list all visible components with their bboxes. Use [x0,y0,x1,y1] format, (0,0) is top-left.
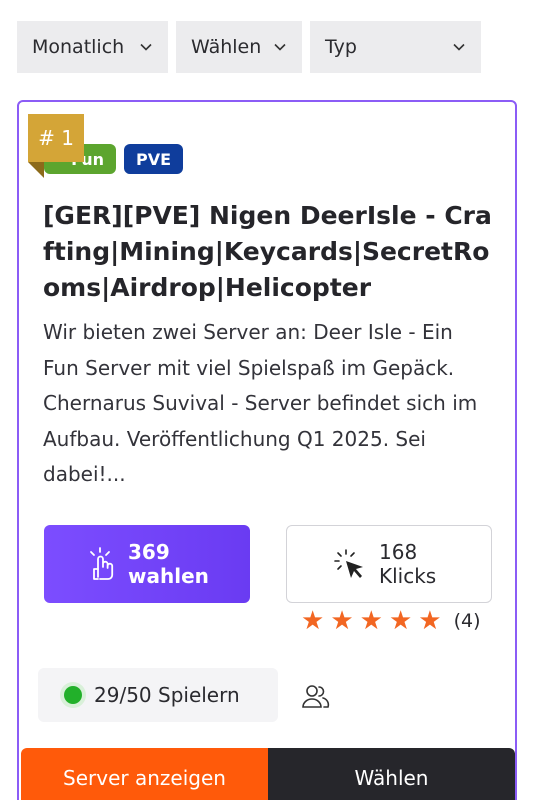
filter-bar: Monatlich Wählen Typ [17,21,517,73]
hand-click-icon [90,547,114,580]
chevron-down-icon [274,43,286,51]
server-description: Wir bieten zwei Server an: Deer Isle - E… [43,320,478,486]
period-dropdown[interactable]: Monatlich [17,21,168,73]
cursor-click-icon [334,549,363,578]
chevron-down-icon [453,43,465,51]
clicks-text: 168 Klicks [379,540,436,588]
star-icon: ★ [301,606,325,636]
clicks-count: 168 [379,540,418,564]
action-buttons: Server anzeigen Wählen [21,748,515,800]
rating-count: (4) [453,610,481,632]
star-icon: ★ [359,606,383,636]
online-status-icon [64,686,82,704]
tag-pve[interactable]: PVE [124,144,184,174]
rank-badge-fold [28,162,44,178]
clicks-box: 168 Klicks [286,525,492,603]
vote-label: wahlen [128,564,209,588]
select-dropdown[interactable]: Wählen [176,21,302,73]
vote-text: 369 wahlen [128,540,209,588]
type-dropdown-label: Typ [325,36,357,58]
choose-button[interactable]: Wählen [268,748,515,800]
vote-button[interactable]: 369 wahlen [44,525,250,603]
vote-count: 369 [128,540,170,564]
server-title[interactable]: [GER][PVE] Nigen DeerIsle - Crafting|Min… [43,198,493,306]
star-icon: ★ [388,606,413,636]
player-count: 29/50 Spielern [38,668,278,722]
period-dropdown-label: Monatlich [32,36,125,58]
show-server-button[interactable]: Server anzeigen [21,748,268,800]
select-dropdown-label: Wählen [191,36,262,58]
star-icon: ★ [418,606,442,636]
clicks-label: Klicks [379,564,437,588]
rating: ★ ★ ★ ★ ★ (4) [301,608,480,634]
server-card: # 1 Fun PVE [GER][PVE] Nigen DeerIsle - … [17,100,517,800]
chevron-down-icon [140,43,152,51]
type-dropdown[interactable]: Typ [310,21,481,73]
rank-badge: # 1 [28,114,84,162]
player-count-text: 29/50 Spielern [94,683,240,707]
users-icon[interactable] [302,683,330,709]
star-icon: ★ [330,606,354,636]
